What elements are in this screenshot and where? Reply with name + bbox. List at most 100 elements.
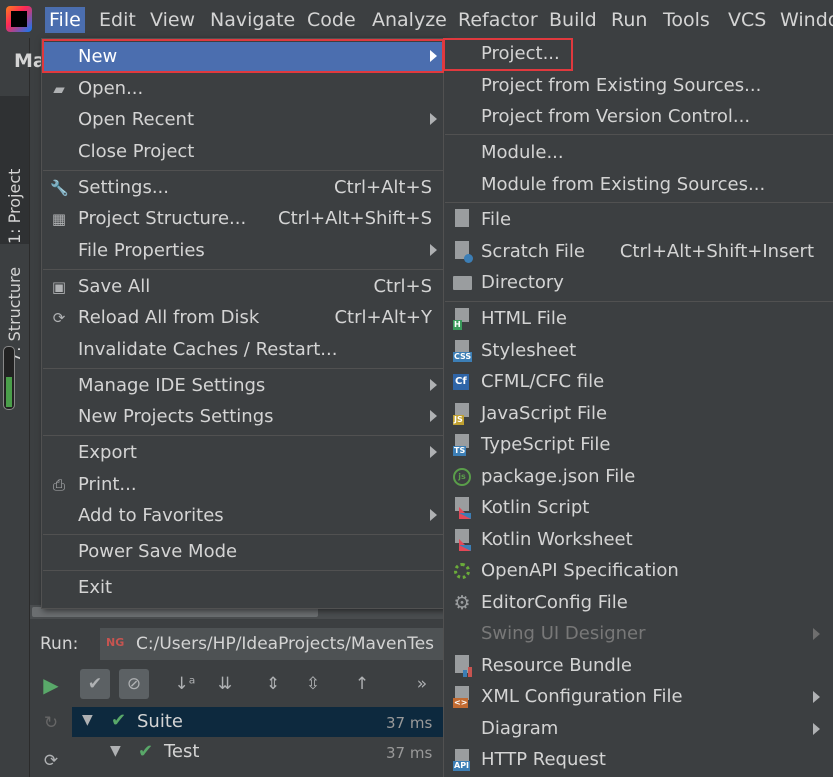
- new-item-kotlin-script[interactable]: Kotlin Script: [444, 493, 833, 524]
- expand-arrow-icon[interactable]: ▼: [82, 712, 93, 728]
- submenu-arrow-icon: [430, 244, 437, 256]
- new-item-openapi-spec[interactable]: OpenAPI Specification: [444, 556, 833, 587]
- menu-edit[interactable]: Edit: [95, 7, 140, 33]
- menu-item-label: Swing UI Designer: [481, 623, 646, 644]
- menu-build[interactable]: Build: [545, 7, 601, 33]
- new-item-html-file[interactable]: H HTML File: [444, 304, 833, 335]
- new-item-swing-ui-designer[interactable]: Swing UI Designer: [444, 619, 833, 650]
- menu-item-label: CFML/CFC file: [481, 371, 605, 392]
- menu-shortcut: Ctrl+Alt+Y: [334, 307, 432, 328]
- sort-alpha-icon[interactable]: ↓ᵃ: [170, 669, 200, 699]
- kotlin-script-icon: [453, 497, 471, 519]
- new-item-diagram[interactable]: Diagram: [444, 714, 833, 745]
- new-item-file[interactable]: File: [444, 205, 833, 236]
- new-item-resource-bundle[interactable]: Resource Bundle: [444, 651, 833, 682]
- menu-item-project-structure[interactable]: ▦ Project Structure... Ctrl+Alt+Shift+S: [42, 204, 445, 235]
- new-item-xml-config-file[interactable]: <> XML Configuration File: [444, 682, 833, 713]
- menu-bar: File Edit View Navigate Code Analyze Ref…: [0, 0, 833, 39]
- more-icon[interactable]: »: [407, 669, 437, 699]
- new-item-module-existing-sources[interactable]: Module from Existing Sources...: [444, 170, 833, 201]
- menu-item-label: HTTP Request: [481, 749, 606, 770]
- show-ignored-icon[interactable]: ⊘: [119, 669, 149, 699]
- new-item-cfml-file[interactable]: Cf CFML/CFC file: [444, 367, 833, 398]
- menu-analyze[interactable]: Analyze: [368, 7, 451, 33]
- sort-duration-icon[interactable]: ⇊: [210, 669, 240, 699]
- submenu-arrow-icon: [430, 446, 437, 458]
- menu-vcs[interactable]: VCS: [724, 7, 770, 33]
- file-menu: New ▰ Open... Open Recent Close Project …: [41, 38, 446, 609]
- wrench-icon: 🔧: [50, 179, 69, 197]
- submenu-arrow-icon: [430, 509, 437, 521]
- menu-item-open-recent[interactable]: Open Recent: [42, 105, 445, 136]
- previous-test-icon[interactable]: ↑: [347, 669, 377, 699]
- menu-item-label: Project Structure...: [78, 208, 247, 229]
- openapi-icon: [453, 560, 471, 582]
- menu-shortcut: Ctrl+Alt+S: [334, 177, 432, 198]
- menu-item-reload-all[interactable]: ⟳ Reload All from Disk Ctrl+Alt+Y: [42, 303, 445, 334]
- menu-refactor[interactable]: Refactor: [454, 7, 542, 33]
- new-item-project-existing-sources[interactable]: Project from Existing Sources...: [444, 71, 833, 102]
- menu-separator: [43, 435, 444, 436]
- expand-all-icon[interactable]: ⇕: [258, 669, 288, 699]
- menu-item-label: Diagram: [481, 718, 559, 739]
- menu-item-invalidate-caches[interactable]: Invalidate Caches / Restart...: [42, 335, 445, 366]
- rerun-icon[interactable]: ▶: [36, 670, 66, 700]
- menu-item-label: EditorConfig File: [481, 592, 628, 613]
- menu-tools[interactable]: Tools: [659, 7, 714, 33]
- menu-item-settings[interactable]: 🔧 Settings... Ctrl+Alt+S: [42, 173, 445, 204]
- new-item-project-vcs[interactable]: Project from Version Control...: [444, 102, 833, 133]
- submenu-arrow-icon: [430, 113, 437, 125]
- tree-item-label: Test: [164, 741, 200, 762]
- menu-item-label: Scratch File: [481, 241, 585, 262]
- new-item-scratch-file[interactable]: Scratch File Ctrl+Alt+Shift+Insert: [444, 237, 833, 268]
- new-item-package-json[interactable]: js package.json File: [444, 462, 833, 493]
- menu-item-label: package.json File: [481, 466, 636, 487]
- new-item-typescript-file[interactable]: TS TypeScript File: [444, 430, 833, 461]
- http-request-icon: API: [453, 749, 471, 771]
- menu-item-add-to-favorites[interactable]: Add to Favorites: [42, 501, 445, 532]
- new-item-stylesheet[interactable]: CSS Stylesheet: [444, 336, 833, 367]
- new-item-editorconfig[interactable]: ⚙ EditorConfig File: [444, 588, 833, 619]
- new-item-kotlin-worksheet[interactable]: Kotlin Worksheet: [444, 525, 833, 556]
- rerun-failed-icon[interactable]: ↻: [36, 708, 66, 738]
- new-item-directory[interactable]: Directory: [444, 268, 833, 299]
- menu-item-power-save-mode[interactable]: Power Save Mode: [42, 537, 445, 568]
- menu-item-save-all[interactable]: ▣ Save All Ctrl+S: [42, 272, 445, 303]
- tree-item-label: Suite: [137, 711, 183, 732]
- menu-item-new-projects-settings[interactable]: New Projects Settings: [42, 402, 445, 433]
- intellij-logo-icon: [6, 6, 32, 32]
- show-passed-icon[interactable]: ✔: [80, 669, 110, 699]
- expand-arrow-icon[interactable]: ▼: [110, 743, 121, 759]
- file-icon: [453, 209, 471, 231]
- menu-file[interactable]: File: [45, 7, 85, 33]
- folder-icon: ▰: [53, 80, 65, 98]
- menu-navigate[interactable]: Navigate: [206, 7, 299, 33]
- new-item-http-request[interactable]: API HTTP Request: [444, 745, 833, 776]
- javascript-file-icon: JS: [453, 403, 471, 425]
- menu-item-manage-ide-settings[interactable]: Manage IDE Settings: [42, 371, 445, 402]
- css-file-icon: CSS: [453, 340, 473, 362]
- menu-item-file-properties[interactable]: File Properties: [42, 236, 445, 267]
- menu-item-close-project[interactable]: Close Project: [42, 137, 445, 168]
- menu-item-label: Open Recent: [78, 109, 195, 130]
- toggle-auto-test-icon[interactable]: ⟳: [36, 746, 66, 776]
- testng-icon: NG: [106, 636, 125, 649]
- menu-item-export[interactable]: Export: [42, 438, 445, 469]
- menu-separator: [43, 534, 444, 535]
- menu-code[interactable]: Code: [303, 7, 360, 33]
- menu-item-label: JavaScript File: [481, 403, 608, 424]
- project-structure-icon: ▦: [51, 210, 67, 228]
- collapse-all-icon[interactable]: ⇳: [298, 669, 328, 699]
- menu-item-label: Kotlin Script: [481, 497, 590, 518]
- passed-check-icon: ✔: [138, 741, 154, 762]
- menu-window[interactable]: Windo: [776, 7, 833, 33]
- menu-item-exit[interactable]: Exit: [42, 573, 445, 604]
- menu-item-label: Power Save Mode: [78, 541, 238, 562]
- menu-item-open[interactable]: ▰ Open...: [42, 74, 445, 105]
- menu-view[interactable]: View: [146, 7, 199, 33]
- menu-item-print[interactable]: ⎙ Print...: [42, 470, 445, 501]
- new-item-javascript-file[interactable]: JS JavaScript File: [444, 399, 833, 430]
- project-tool-tab[interactable]: 1: Project: [0, 96, 29, 244]
- menu-run[interactable]: Run: [607, 7, 651, 33]
- new-item-module[interactable]: Module...: [444, 138, 833, 169]
